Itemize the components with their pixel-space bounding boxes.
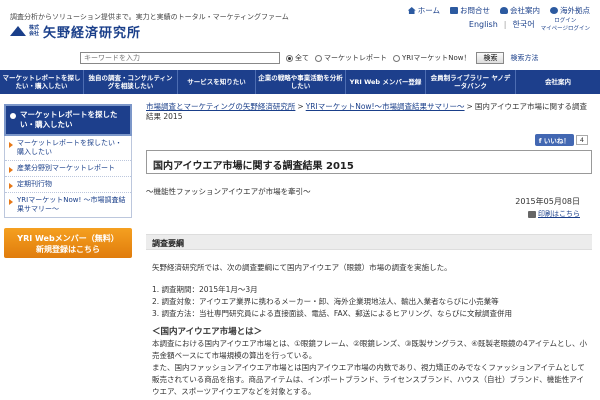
breadcrumb: 市場調査とマーケティングの矢野経済研究所 > YRIマーケットNow!〜市場調査結果… [146,102,587,121]
sidebar-item-market-now[interactable]: YRIマーケットNow! 〜市場調査結果サマリー〜 [5,193,131,217]
publish-date: 2015年05月08日 [515,197,580,206]
search-option-report[interactable]: マーケットレポート [315,53,387,63]
toplink-contact[interactable]: お問合せ [450,5,490,16]
member-signup-button[interactable]: YRI Webメンバー（無料） 新規登録はこちら [4,228,132,258]
market-definition-body2: また、国内ファッションアイウエア市場とは国内アイウエア市場の内数であり、視力矯正… [152,363,585,396]
market-definition-heading: ＜国内アイウエア市場とは＞ [152,327,263,337]
site-logo[interactable]: 株式会社 矢野経済研究所 [10,23,142,41]
sidebar-heading[interactable]: マーケットレポートを探したい・購入したい [4,104,132,136]
language-links: English | 한국어 ログイン マイページログイン [468,16,590,32]
mypage-login[interactable]: ログイン マイページログイン [541,16,590,32]
nav-services[interactable]: サービスを知りたい [178,70,256,94]
point-period: 1. 調査期間：2015年1月〜3月 [152,285,258,294]
sidebar-item-industry[interactable]: 産業分野別マーケットレポート [5,161,131,177]
facebook-like: f いいね！ 4 [534,134,588,146]
toplink-company[interactable]: 会社案内 [500,5,540,16]
sidebar: マーケットレポートを探したい・購入したい マーケットレポートを探したい・購入した… [4,104,132,258]
search-bar: 全て マーケットレポート YRIマーケットNow！ 検索 検索方法 [80,52,538,64]
sidebar-list: マーケットレポートを探したい・購入したい 産業分野別マーケットレポート 定期刊行… [4,136,132,218]
facebook-like-count: 4 [575,135,588,145]
toplink-home[interactable]: ホーム [407,5,440,16]
mypage-login-top-label: ログイン [554,18,577,24]
top-links: ホーム お問合せ 会社案内 海外拠点 [407,5,590,16]
company-icon [500,7,508,14]
sidebar-item-periodicals[interactable]: 定期刊行物 [5,177,131,193]
intro-text: 矢野経済研究所では、次の調査要綱にて国内アイウエア（眼鏡）市場の調査を実施した。 [152,263,452,272]
main-nav: マーケットレポートを探したい・購入したい 独自の調査・コンサルティングを相談した… [0,70,600,94]
search-button[interactable]: 検索 [476,52,505,64]
breadcrumb-home[interactable]: 市場調査とマーケティングの矢野経済研究所 [146,102,295,111]
member-signup-line2: 新規登録はこちら [36,245,100,254]
logo-kabushiki: 株式会社 [29,25,40,37]
site-header: 調査分析からソリューション提供まで。実力と実績のトータル・マーケティングファーム… [0,0,600,70]
site-tagline: 調査分析からソリューション提供まで。実力と実績のトータル・マーケティングファーム [10,13,289,21]
nav-company[interactable]: 会社案内 [516,70,600,94]
market-definition-body1: 本調査における国内アイウエア市場とは、①眼鏡フレーム、②眼鏡レンズ、③既製サング… [152,339,588,360]
mail-icon [450,7,458,14]
toplink-overseas[interactable]: 海外拠点 [550,5,590,16]
page-title: 国内アイウエア市場に関する調査結果 2015 [146,150,592,174]
nav-company-analysis[interactable]: 企業の戦略や事業活動を分析したい [256,70,346,94]
breadcrumb-market-now[interactable]: YRIマーケットNow!〜市場調査結果サマリー〜 [306,102,465,111]
nav-consulting[interactable]: 独自の調査・コンサルティングを相談したい [84,70,178,94]
main-content: 市場調査とマーケティングの矢野経済研究所 > YRIマーケットNow!〜市場調査結果… [146,102,594,396]
logo-name: 矢野経済研究所 [43,25,142,41]
search-option-all[interactable]: 全て [286,53,309,63]
section-heading: 調査要綱 [146,234,592,250]
point-method: 3. 調査方法：当社専門研究員による直接面談、電話、FAX、郵送によるヒアリング… [152,309,512,318]
globe-icon [550,7,558,14]
search-input[interactable] [80,52,280,64]
print-link[interactable]: 印刷はこちら [528,209,580,219]
page-subtitle: 〜機能性ファッションアイウエアが市場を牽引〜 [146,187,311,196]
home-icon [407,7,416,14]
printer-icon [528,210,536,218]
sidebar-item-market-report[interactable]: マーケットレポートを探したい・購入したい [5,136,131,161]
search-method-link[interactable]: 検索方法 [510,53,538,63]
radio-icon [393,54,400,62]
logo-mark-icon [10,24,26,38]
lang-english[interactable]: English [469,20,498,29]
member-signup-line1: YRI Webメンバー（無料） [17,234,119,243]
radio-icon [315,54,322,62]
point-target: 2. 調査対象：アイウエア業界に携わるメーカー・卸、海外企業現地法人、輸出入業者… [152,297,499,306]
nav-market-report[interactable]: マーケットレポートを探したい・購入したい [0,70,84,94]
article-body: 矢野経済研究所では、次の調査要綱にて国内アイウエア（眼鏡）市場の調査を実施した。… [152,262,588,398]
lang-korean[interactable]: 한국어 [513,19,535,30]
nav-web-member[interactable]: YRI Web メンバー登録 [346,70,426,94]
search-option-now[interactable]: YRIマーケットNow！ [393,53,470,63]
radio-icon [286,54,293,62]
nav-databank[interactable]: 会員制ライブラリー ヤノデータバンク [426,70,516,94]
mypage-label: マイページログイン [540,26,590,32]
facebook-like-button[interactable]: f いいね！ [534,134,574,146]
facebook-icon: f [538,137,542,145]
